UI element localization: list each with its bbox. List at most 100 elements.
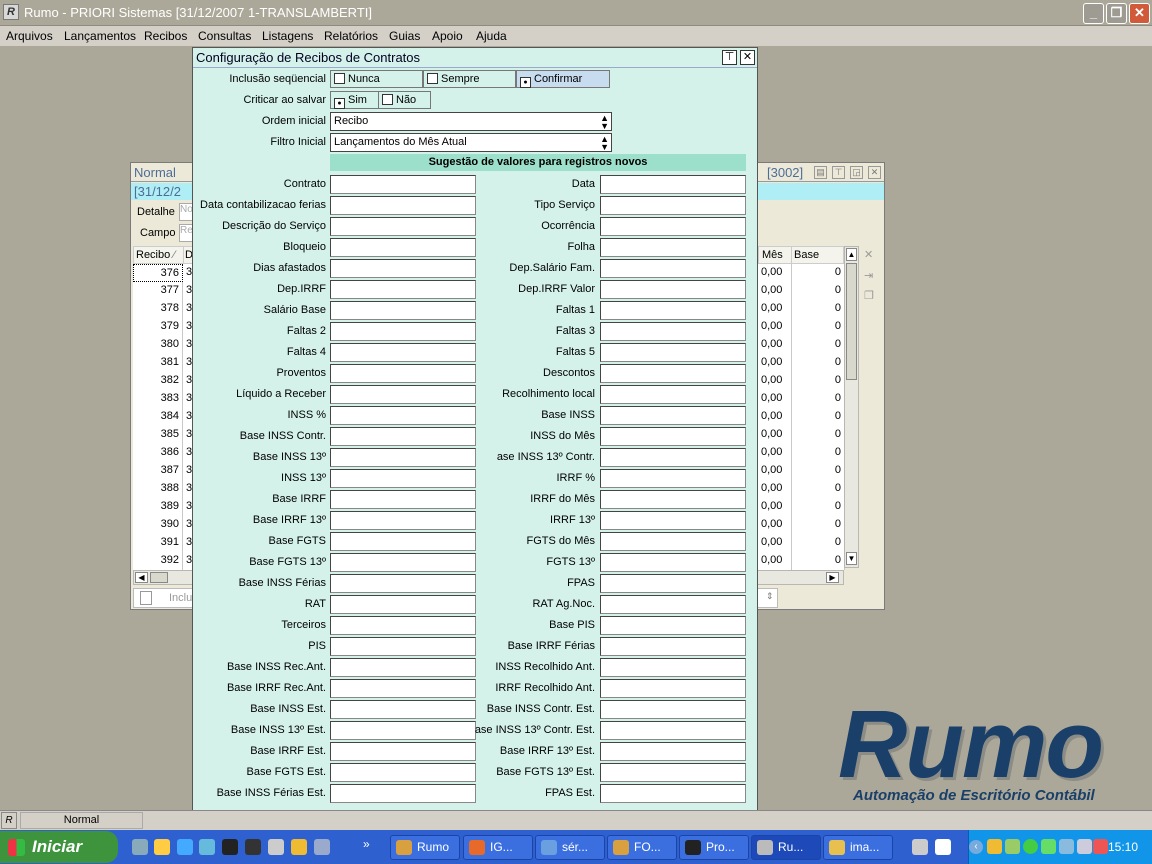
left-field-input[interactable]	[330, 700, 476, 719]
quicklaunch-icon[interactable]	[199, 839, 215, 855]
left-field-input[interactable]	[330, 721, 476, 740]
maximize-icon[interactable]: ◲	[850, 166, 863, 179]
right-field-input[interactable]	[600, 469, 746, 488]
right-field-input[interactable]	[600, 301, 746, 320]
right-field-input[interactable]	[600, 721, 746, 740]
left-field-input[interactable]	[330, 322, 476, 341]
quicklaunch-icon[interactable]	[291, 839, 307, 855]
left-field-input[interactable]	[330, 616, 476, 635]
right-field-input[interactable]	[600, 322, 746, 341]
taskbar-button[interactable]: sér...	[535, 835, 605, 860]
taskbar-button[interactable]: FO...	[607, 835, 677, 860]
quicklaunch-icon[interactable]	[245, 839, 261, 855]
left-field-input[interactable]	[330, 217, 476, 236]
quicklaunch-icon[interactable]	[154, 839, 170, 855]
taskbar-button[interactable]: Rumo	[390, 835, 460, 860]
left-field-input[interactable]	[330, 301, 476, 320]
help-icon[interactable]	[935, 839, 951, 855]
start-button[interactable]: Iniciar	[0, 831, 118, 863]
left-field-input[interactable]	[330, 574, 476, 593]
left-field-input[interactable]	[330, 280, 476, 299]
quicklaunch-icon[interactable]	[314, 839, 330, 855]
right-field-input[interactable]	[600, 364, 746, 383]
menu-listagens[interactable]: Listagens	[262, 29, 313, 43]
left-field-input[interactable]	[330, 175, 476, 194]
menu-guias[interactable]: Guias	[389, 29, 420, 43]
right-field-input[interactable]	[600, 574, 746, 593]
menu-ajuda[interactable]: Ajuda	[476, 29, 507, 43]
tray-icon[interactable]	[987, 839, 1002, 854]
left-field-input[interactable]	[330, 364, 476, 383]
messenger-icon[interactable]	[1023, 839, 1038, 854]
left-field-input[interactable]	[330, 343, 476, 362]
right-field-input[interactable]	[600, 532, 746, 551]
export-icon[interactable]: ⇥	[864, 269, 879, 284]
menu-arquivos[interactable]: Arquivos	[6, 29, 53, 43]
right-field-input[interactable]	[600, 679, 746, 698]
right-field-input[interactable]	[600, 616, 746, 635]
pin-icon[interactable]: ⊤	[832, 166, 845, 179]
right-field-input[interactable]	[600, 700, 746, 719]
more-chevron-icon[interactable]: »	[363, 837, 370, 851]
right-field-input[interactable]	[600, 448, 746, 467]
tray-icon[interactable]	[1005, 839, 1020, 854]
network-icon[interactable]	[1059, 839, 1074, 854]
right-field-input[interactable]	[600, 217, 746, 236]
tray-icon[interactable]	[1077, 839, 1092, 854]
right-field-input[interactable]	[600, 175, 746, 194]
minimize-button[interactable]: _	[1083, 3, 1104, 24]
delete-icon[interactable]: ✕	[864, 248, 879, 263]
right-field-input[interactable]	[600, 742, 746, 761]
print-icon[interactable]: ▤	[814, 166, 827, 179]
ie-icon[interactable]	[177, 839, 193, 855]
menu-apoio[interactable]: Apoio	[432, 29, 463, 43]
right-field-input[interactable]	[600, 637, 746, 656]
copy-icon[interactable]: ❐	[864, 289, 879, 304]
right-field-input[interactable]	[600, 427, 746, 446]
left-field-input[interactable]	[330, 259, 476, 278]
taskbar-button[interactable]: Ru...	[751, 835, 821, 860]
right-field-input[interactable]	[600, 511, 746, 530]
right-field-input[interactable]	[600, 595, 746, 614]
cmd-icon[interactable]	[222, 839, 238, 855]
detalhe-input[interactable]: No	[179, 203, 193, 221]
left-field-input[interactable]	[330, 511, 476, 530]
campo-input[interactable]: Re	[179, 224, 193, 242]
scroll-right-icon[interactable]: ▶	[826, 572, 839, 583]
right-field-input[interactable]	[600, 196, 746, 215]
scroll-thumb[interactable]	[846, 263, 857, 380]
left-field-input[interactable]	[330, 679, 476, 698]
close-icon[interactable]: ✕	[868, 166, 881, 179]
tray-icon[interactable]	[1041, 839, 1056, 854]
menu-lancamentos[interactable]: Lançamentos	[64, 29, 136, 43]
vertical-scrollbar[interactable]: ▲ ▼	[844, 246, 859, 568]
close-button[interactable]: ✕	[1129, 3, 1150, 24]
left-field-input[interactable]	[330, 658, 476, 677]
left-field-input[interactable]	[330, 490, 476, 509]
scroll-down-icon[interactable]: ▼	[846, 552, 857, 565]
right-field-input[interactable]	[600, 385, 746, 404]
left-field-input[interactable]	[330, 637, 476, 656]
menu-consultas[interactable]: Consultas	[198, 29, 251, 43]
left-field-input[interactable]	[330, 763, 476, 782]
right-field-input[interactable]	[600, 658, 746, 677]
right-field-input[interactable]	[600, 343, 746, 362]
left-field-input[interactable]	[330, 742, 476, 761]
menu-recibos[interactable]: Recibos	[144, 29, 187, 43]
right-field-input[interactable]	[600, 280, 746, 299]
quicklaunch-icon[interactable]	[132, 839, 148, 855]
left-field-input[interactable]	[330, 406, 476, 425]
hscroll-thumb[interactable]	[150, 572, 168, 583]
col-header-mes[interactable]: Mês	[758, 246, 792, 264]
left-field-input[interactable]	[330, 427, 476, 446]
scroll-up-icon[interactable]: ▲	[846, 248, 857, 261]
right-field-input[interactable]	[600, 763, 746, 782]
left-field-input[interactable]	[330, 553, 476, 572]
restore-button[interactable]: ❐	[1106, 3, 1127, 24]
taskbar-button[interactable]: ima...	[823, 835, 893, 860]
scroll-left-icon[interactable]: ◀	[135, 572, 148, 583]
right-field-input[interactable]	[600, 406, 746, 425]
left-field-input[interactable]	[330, 532, 476, 551]
left-field-input[interactable]	[330, 595, 476, 614]
quicklaunch-icon[interactable]	[268, 839, 284, 855]
